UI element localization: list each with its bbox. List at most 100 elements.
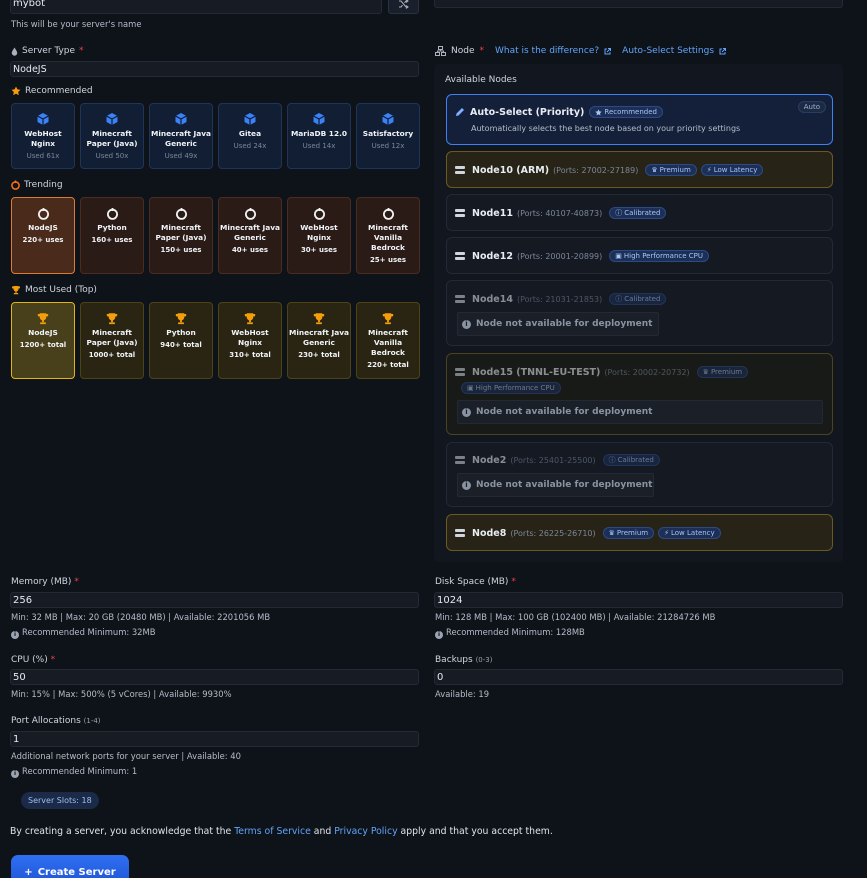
cpu-label: CPU (%) * bbox=[11, 655, 56, 665]
external-link-icon bbox=[604, 47, 612, 54]
server-type-card[interactable]: Minecraft Paper (Java) 150+ uses bbox=[149, 197, 213, 274]
card-usage: 30+ uses bbox=[300, 246, 338, 254]
node-label: Node * What is the difference? Auto-Selec… bbox=[435, 46, 727, 56]
node-option-node12[interactable]: Node12 (Ports: 20001-20899) ▣ High Perfor… bbox=[446, 237, 833, 274]
available-nodes-title: Available Nodes bbox=[445, 75, 517, 85]
backups-input[interactable]: 0 bbox=[434, 669, 843, 685]
create-server-button[interactable]: + Create Server bbox=[11, 855, 129, 878]
calibrated-badge: ⓘ Calibrated bbox=[609, 207, 667, 219]
card-usage: Used 12x bbox=[371, 142, 405, 150]
server-type-card[interactable]: Minecraft Vanilla Bedrock 220+ total bbox=[356, 302, 420, 379]
memory-label: Memory (MB) * bbox=[11, 577, 79, 587]
node-option-node10[interactable]: Node10 (ARM) (Ports: 27002-27189) ♛ Premi… bbox=[446, 151, 833, 188]
server-icon bbox=[455, 529, 465, 537]
flame-icon bbox=[106, 206, 119, 220]
cpu-icon: ▣ bbox=[467, 384, 474, 392]
server-type-card[interactable]: Minecraft Java Generic Used 49x bbox=[149, 103, 213, 169]
network-icon bbox=[435, 46, 446, 56]
card-name: Minecraft Paper (Java) bbox=[86, 129, 138, 148]
server-slots-badge: Server Slots: 18 bbox=[21, 792, 99, 809]
server-type-card[interactable]: Gitea Used 24x bbox=[218, 103, 282, 169]
server-type-card[interactable]: Minecraft Java Generic 40+ uses bbox=[218, 197, 282, 274]
server-type-card[interactable]: Python 940+ total bbox=[149, 302, 213, 379]
node-option-node8[interactable]: Node8 (Ports: 26225-26710) ♛ Premium ⚡ Low… bbox=[446, 514, 833, 551]
server-type-card[interactable]: MariaDB 12.0 Used 14x bbox=[287, 103, 351, 169]
plus-icon: + bbox=[24, 867, 33, 878]
server-icon bbox=[455, 295, 465, 303]
card-name: Gitea bbox=[238, 129, 262, 138]
pencil-icon bbox=[456, 108, 464, 116]
memory-input[interactable]: 256 bbox=[10, 592, 419, 608]
memory-limits: Min: 32 MB | Max: 20 GB (20480 MB) | Ava… bbox=[11, 612, 271, 622]
server-icon bbox=[455, 252, 465, 260]
random-name-button[interactable] bbox=[388, 0, 419, 14]
cube-icon bbox=[36, 112, 50, 126]
server-type-card[interactable]: WebHost Nginx 310+ total bbox=[218, 302, 282, 379]
card-usage: 1200+ total bbox=[19, 341, 67, 349]
crown-icon: ♛ bbox=[608, 529, 615, 537]
terms-text: By creating a server, you acknowledge th… bbox=[10, 826, 553, 837]
cube-icon bbox=[243, 112, 257, 126]
server-type-card[interactable]: WebHost Nginx Used 61x bbox=[11, 103, 75, 169]
ports-input[interactable]: 1 bbox=[10, 731, 419, 747]
card-usage: Used 61x bbox=[26, 152, 60, 160]
info-icon: ⓘ bbox=[615, 295, 623, 303]
cpu-limits: Min: 15% | Max: 500% (5 vCores) | Availa… bbox=[11, 689, 232, 699]
flame-icon bbox=[175, 206, 188, 220]
ports-label: Port Allocations (1-4) bbox=[11, 716, 101, 726]
server-type-card[interactable]: Minecraft Paper (Java) Used 50x bbox=[80, 103, 144, 169]
server-type-card[interactable]: Minecraft Java Generic 230+ total bbox=[287, 302, 351, 379]
server-icon bbox=[455, 166, 465, 174]
node-option-node15: Node15 (TNNL-EU-TEST) (Ports: 20002-2073… bbox=[446, 353, 833, 435]
trending-heading: Trending bbox=[11, 180, 63, 190]
server-name-input[interactable]: mybot bbox=[10, 0, 382, 14]
server-type-input[interactable]: NodeJS bbox=[10, 61, 419, 77]
card-usage: 220+ total bbox=[367, 361, 409, 369]
top-right-select[interactable] bbox=[434, 0, 843, 8]
node-unavailable-notice: i Node not available for deployment bbox=[457, 400, 823, 424]
auto-tag: Auto bbox=[797, 101, 826, 113]
card-name: Minecraft Vanilla Bedrock bbox=[368, 328, 408, 357]
calibrated-badge: ⓘ Calibrated bbox=[609, 293, 667, 305]
server-type-card[interactable]: NodeJS 220+ uses bbox=[11, 197, 75, 274]
card-usage: Used 24x bbox=[233, 142, 267, 150]
flame-icon bbox=[11, 180, 20, 190]
backups-available: Available: 19 bbox=[435, 689, 490, 699]
disk-label: Disk Space (MB) * bbox=[435, 577, 516, 587]
auto-select-description: Automatically selects the best node base… bbox=[471, 124, 741, 133]
info-icon: i bbox=[11, 630, 19, 639]
cpu-input[interactable]: 50 bbox=[10, 669, 419, 685]
server-type-card[interactable]: Satisfactory Used 12x bbox=[356, 103, 420, 169]
trophy-icon bbox=[381, 311, 395, 325]
premium-badge: ♛ Premium bbox=[645, 164, 697, 176]
card-name: NodeJS bbox=[28, 223, 58, 232]
server-type-card[interactable]: NodeJS 1200+ total bbox=[11, 302, 75, 379]
flame-icon bbox=[313, 206, 326, 220]
most-used-heading: Most Used (Top) bbox=[11, 285, 97, 295]
backups-label: Backups (0-3) bbox=[435, 655, 493, 665]
memory-recommended: i Recommended Minimum: 32MB bbox=[11, 627, 155, 639]
server-type-card[interactable]: Minecraft Paper (Java) 1000+ total bbox=[80, 302, 144, 379]
server-type-card[interactable]: Python 160+ uses bbox=[80, 197, 144, 274]
node-option-node11[interactable]: Node11 (Ports: 40107-40873) ⓘ Calibrated bbox=[446, 194, 833, 231]
privacy-policy-link[interactable]: Privacy Policy bbox=[334, 826, 397, 837]
info-icon: i bbox=[435, 630, 443, 639]
cube-icon bbox=[174, 112, 188, 126]
card-name: Python bbox=[97, 223, 127, 232]
terms-of-service-link[interactable]: Terms of Service bbox=[234, 826, 311, 837]
ports-hint: Additional network ports for your server… bbox=[11, 751, 241, 761]
node-option-node14: Node14 (Ports: 21031-21853) ⓘ Calibrated … bbox=[446, 280, 833, 346]
low-latency-badge: ⚡ Low Latency bbox=[658, 527, 721, 539]
card-name: Minecraft Java Generic bbox=[288, 328, 350, 347]
server-type-card[interactable]: Minecraft Vanilla Bedrock 25+ uses bbox=[356, 197, 420, 274]
server-type-card[interactable]: WebHost Nginx 30+ uses bbox=[287, 197, 351, 274]
ports-recommended: i Recommended Minimum: 1 bbox=[11, 766, 137, 778]
cube-icon bbox=[105, 112, 119, 126]
card-name: Python bbox=[166, 328, 196, 337]
node-difference-link[interactable]: What is the difference? bbox=[495, 46, 599, 56]
disk-input[interactable]: 1024 bbox=[434, 592, 843, 608]
auto-select-option[interactable]: Auto-Select (Priority) Recommended Auto … bbox=[446, 94, 833, 145]
card-name: WebHost Nginx bbox=[24, 129, 62, 148]
auto-select-settings-link[interactable]: Auto-Select Settings bbox=[622, 46, 714, 56]
premium-badge: ♛ Premium bbox=[696, 366, 749, 378]
